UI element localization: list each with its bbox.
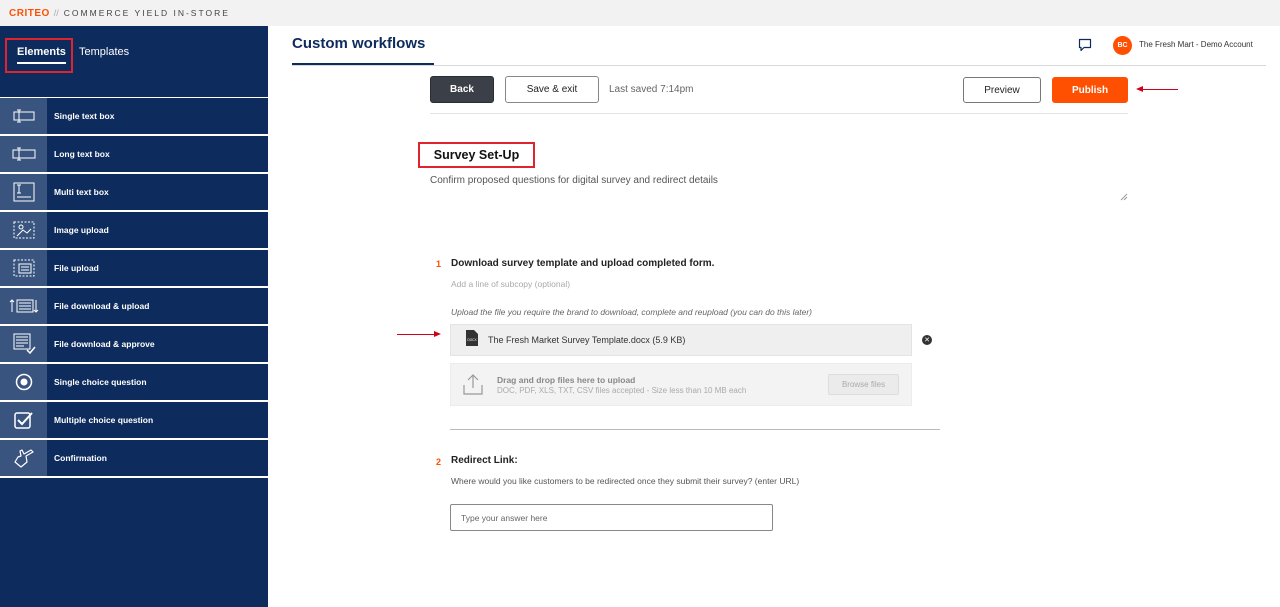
tab-elements[interactable]: Elements	[17, 46, 66, 64]
product-name: COMMERCE YIELD IN-STORE	[63, 8, 230, 18]
sidebar-item-label: File download & approve	[54, 339, 155, 349]
upload-icon	[463, 373, 483, 400]
file-upload-icon	[0, 250, 47, 286]
uploaded-file-row[interactable]: DOCX The Fresh Market Survey Template.do…	[450, 324, 912, 356]
remove-file-icon[interactable]: ✕	[922, 335, 932, 345]
subcopy-placeholder[interactable]: Add a line of subcopy (optional)	[451, 279, 570, 289]
sidebar-item-image-upload[interactable]: Image upload	[0, 212, 268, 250]
question-title[interactable]: Redirect Link:	[451, 455, 518, 466]
sidebar-item-single-choice-question[interactable]: Single choice question	[0, 364, 268, 402]
element-list: Single text box Long text box Multi text…	[0, 98, 268, 478]
criteo-logo: CRITEO	[9, 7, 50, 19]
sidebar-item-label: Long text box	[54, 149, 110, 159]
sidebar-item-label: File upload	[54, 263, 99, 273]
sidebar-item-label: File download & upload	[54, 301, 150, 311]
last-saved-status: Last saved 7:14pm	[609, 84, 694, 95]
docx-badge: DOCX	[467, 338, 477, 342]
header-divider	[292, 65, 1266, 66]
publish-button[interactable]: Publish	[1052, 77, 1128, 103]
sidebar-item-single-text-box[interactable]: Single text box	[0, 98, 268, 136]
brand-separator: //	[53, 8, 59, 18]
drop-zone-title: Drag and drop files here to upload	[497, 375, 636, 385]
redirect-url-input[interactable]	[450, 504, 773, 531]
resize-grip-icon[interactable]	[1120, 188, 1128, 206]
upload-hint: Upload the file you require the brand to…	[451, 307, 813, 317]
docx-file-icon: DOCX	[466, 329, 478, 351]
sidebar-item-multiple-choice-question[interactable]: Multiple choice question	[0, 402, 268, 440]
file-name[interactable]: The Fresh Market Survey Template.docx (5…	[488, 335, 685, 345]
sidebar-item-label: Image upload	[54, 225, 109, 235]
section-description[interactable]: Confirm proposed questions for digital s…	[430, 175, 718, 186]
sidebar-item-label: Multiple choice question	[54, 415, 154, 425]
sidebar-item-label: Confirmation	[54, 453, 107, 463]
question-number: 1	[436, 259, 442, 269]
page-title: Custom workflows	[292, 35, 426, 52]
file-drop-zone[interactable]: Drag and drop files here to upload DOC, …	[450, 363, 912, 406]
preview-button[interactable]: Preview	[963, 77, 1041, 103]
back-button[interactable]: Back	[430, 76, 494, 103]
drop-zone-subtitle: DOC, PDF, XLS, TXT, CSV files accepted -…	[497, 386, 747, 395]
sidebar-item-label: Multi text box	[54, 187, 109, 197]
checkbox-icon	[0, 402, 47, 438]
image-upload-icon	[0, 212, 47, 248]
section-title-highlight: Survey Set-Up	[418, 142, 535, 168]
sidebar-item-file-upload[interactable]: File upload	[0, 250, 268, 288]
question-subtitle[interactable]: Where would you like customers to be red…	[451, 476, 799, 486]
sidebar-item-file-download-approve[interactable]: File download & approve	[0, 326, 268, 364]
file-download-upload-icon	[0, 288, 47, 324]
avatar[interactable]: BC	[1113, 36, 1132, 55]
chat-icon[interactable]	[1078, 38, 1092, 57]
browse-files-button[interactable]: Browse files	[828, 374, 899, 395]
sidebar-item-long-text-box[interactable]: Long text box	[0, 136, 268, 174]
single-text-box-icon	[0, 98, 47, 134]
question-number: 2	[436, 457, 442, 467]
long-text-box-icon	[0, 136, 47, 172]
save-exit-button[interactable]: Save & exit	[505, 76, 599, 103]
tab-templates[interactable]: Templates	[79, 46, 129, 58]
question-divider	[450, 429, 940, 430]
sidebar-item-label: Single text box	[54, 111, 115, 121]
question-title[interactable]: Download survey template and upload comp…	[451, 258, 714, 269]
toolbar-divider	[430, 113, 1128, 114]
account-name[interactable]: The Fresh Mart - Demo Account	[1139, 40, 1253, 49]
section-title[interactable]: Survey Set-Up	[434, 148, 519, 162]
sidebar-item-multi-text-box[interactable]: Multi text box	[0, 174, 268, 212]
brand-bar: CRITEO // COMMERCE YIELD IN-STORE	[0, 0, 1280, 26]
radio-icon	[0, 364, 47, 400]
file-download-approve-icon	[0, 326, 47, 362]
sidebar-tabs: Elements Templates	[0, 26, 268, 98]
multi-text-box-icon	[0, 174, 47, 210]
sidebar-item-label: Single choice question	[54, 377, 147, 387]
annotation-arrow-publish	[1136, 86, 1178, 92]
pointing-hand-icon	[0, 440, 47, 476]
sidebar-item-file-download-upload[interactable]: File download & upload	[0, 288, 268, 326]
sidebar-item-confirmation[interactable]: Confirmation	[0, 440, 268, 478]
annotation-arrow-file	[397, 331, 441, 337]
elements-sidebar: Elements Templates Single text box Long …	[0, 26, 268, 607]
